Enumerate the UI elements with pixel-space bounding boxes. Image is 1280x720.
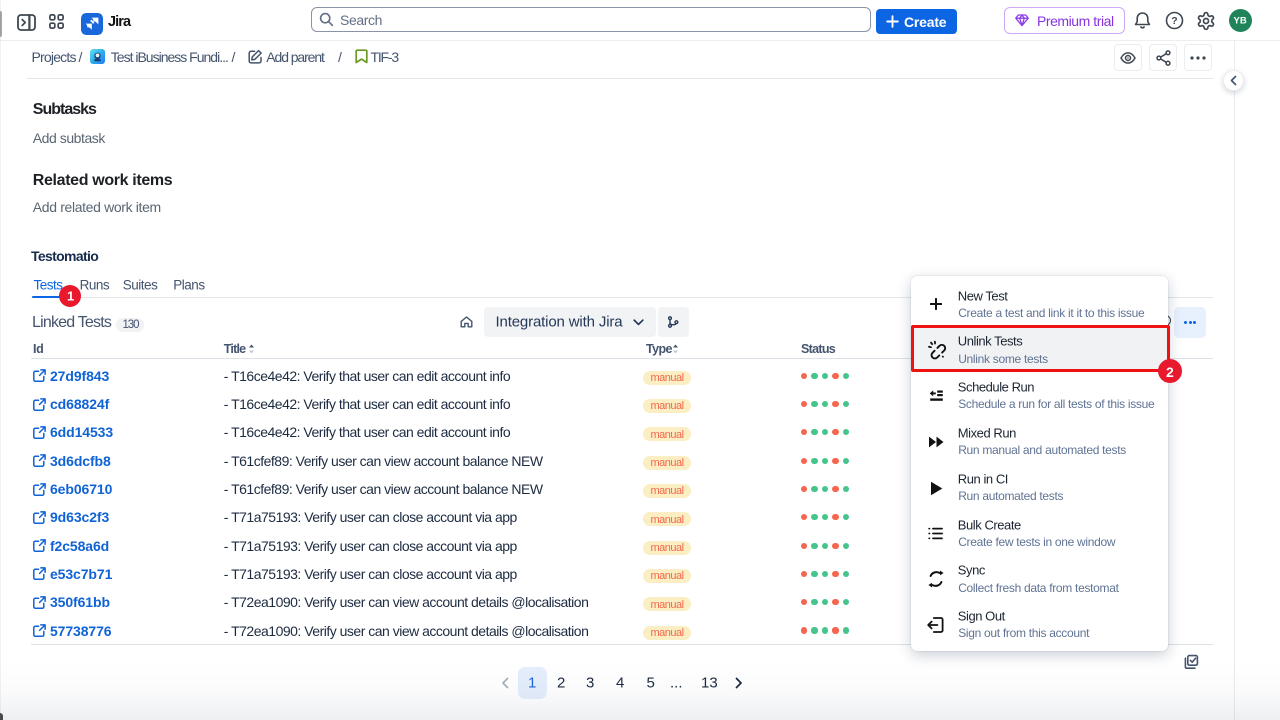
svg-text:?: ? <box>1171 15 1177 27</box>
